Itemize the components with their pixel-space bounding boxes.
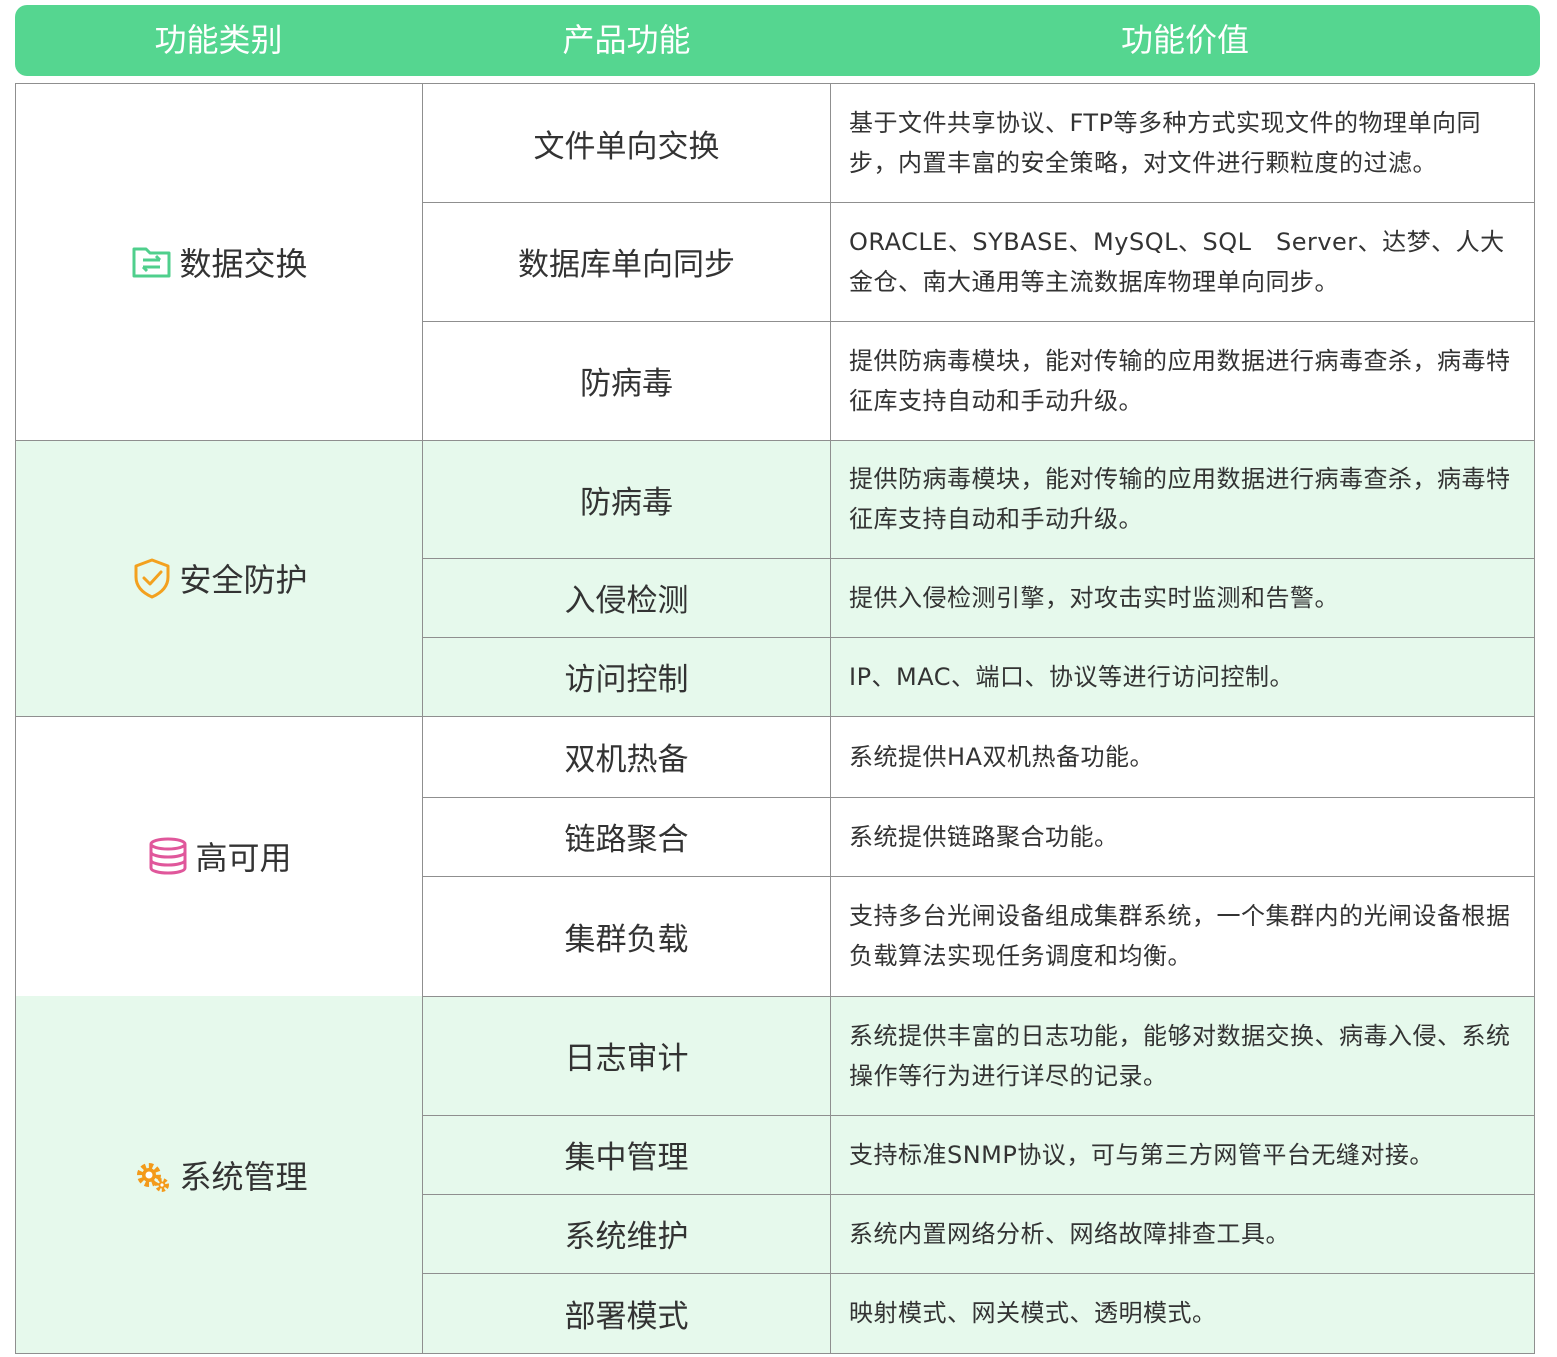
grid-line xyxy=(422,321,1535,322)
category-label: 安全防护 xyxy=(179,561,308,599)
feature-cell: 链路聚合 xyxy=(564,822,689,858)
grid-line xyxy=(422,797,1535,798)
category-label: 系统管理 xyxy=(179,1157,308,1196)
feature-cell: 防病毒 xyxy=(580,484,673,521)
grid-line xyxy=(422,996,1535,997)
grid-line xyxy=(422,1115,1535,1116)
value-cell: ORACLE、SYBASE、MySQL、SQL Server、达梦、人大金仓、南… xyxy=(849,227,1505,296)
grid-line xyxy=(422,202,1535,203)
grid-line xyxy=(830,83,831,1354)
category-system-management: 系统管理 xyxy=(16,996,423,1353)
category-data-exchange: 数据交换 xyxy=(16,84,423,440)
header-value: 功能价值 xyxy=(1120,21,1249,59)
category-high-availability: 高可用 xyxy=(16,716,423,996)
category-label: 高可用 xyxy=(195,839,292,877)
feature-cell: 数据库单向同步 xyxy=(518,247,735,283)
feature-cell: 防病毒 xyxy=(580,366,673,402)
table-header: 功能类别 产品功能 功能价值 xyxy=(15,5,1540,76)
grid-line xyxy=(15,440,1535,441)
value-cell: 系统内置网络分析、网络故障排查工具。 xyxy=(849,1219,1290,1248)
value-cell: 支持多台光闸设备组成集群系统，一个集群内的光闸设备根据负载算法实现任务调度和均衡… xyxy=(849,902,1511,970)
header-feature: 产品功能 xyxy=(562,21,691,59)
grid-line xyxy=(422,558,1535,559)
value-cell: 提供入侵检测引擎，对攻击实时监测和告警。 xyxy=(849,583,1339,612)
value-cell: IP、MAC、端口、协议等进行访问控制。 xyxy=(849,662,1295,691)
grid-line xyxy=(422,83,423,1354)
grid-line xyxy=(422,1273,1535,1274)
value-cell: 基于文件共享协议、FTP等多种方式实现文件的物理单向同步，内置丰富的安全策略，对… xyxy=(849,109,1482,177)
database-icon xyxy=(149,837,187,875)
feature-cell: 集中管理 xyxy=(564,1140,689,1176)
category-label: 数据交换 xyxy=(179,245,308,283)
grid-line xyxy=(422,637,1535,638)
value-cell: 系统提供HA双机热备功能。 xyxy=(849,742,1154,771)
feature-cell: 文件单向交换 xyxy=(533,128,720,165)
gears-icon xyxy=(137,1162,170,1192)
feature-cell: 访问控制 xyxy=(564,662,689,698)
grid-line xyxy=(1534,83,1535,1354)
grid-line xyxy=(15,1353,1535,1354)
grid-line xyxy=(422,1194,1535,1195)
grid-line xyxy=(15,83,16,1354)
category-security: 安全防护 xyxy=(16,440,423,716)
value-cell: 支持标准SNMP协议，可与第三方网管平台无缝对接。 xyxy=(849,1140,1434,1169)
grid-line xyxy=(422,876,1535,877)
value-cell: 提供防病毒模块，能对传输的应用数据进行病毒查杀，病毒特征库支持自动和手动升级。 xyxy=(849,465,1511,533)
header-category: 功能类别 xyxy=(154,21,283,59)
value-cell: 系统提供丰富的日志功能，能够对数据交换、病毒入侵、系统操作等行为进行详尽的记录。 xyxy=(849,1021,1511,1090)
value-cell: 映射模式、网关模式、透明模式。 xyxy=(849,1299,1217,1327)
value-cell: 系统提供链路聚合功能。 xyxy=(849,822,1119,851)
grid-line xyxy=(15,83,1535,84)
folder-exchange-icon xyxy=(132,247,171,278)
feature-cell: 日志审计 xyxy=(564,1041,689,1077)
feature-cell: 系统维护 xyxy=(564,1219,689,1255)
feature-cell: 部署模式 xyxy=(564,1298,689,1335)
feature-cell: 入侵检测 xyxy=(564,583,689,619)
feature-cell: 集群负载 xyxy=(564,921,689,958)
shield-check-icon xyxy=(134,558,170,599)
grid-line xyxy=(15,716,1535,717)
feature-cell: 双机热备 xyxy=(564,742,689,778)
value-cell: 提供防病毒模块，能对传输的应用数据进行病毒查杀，病毒特征库支持自动和手动升级。 xyxy=(849,346,1511,415)
